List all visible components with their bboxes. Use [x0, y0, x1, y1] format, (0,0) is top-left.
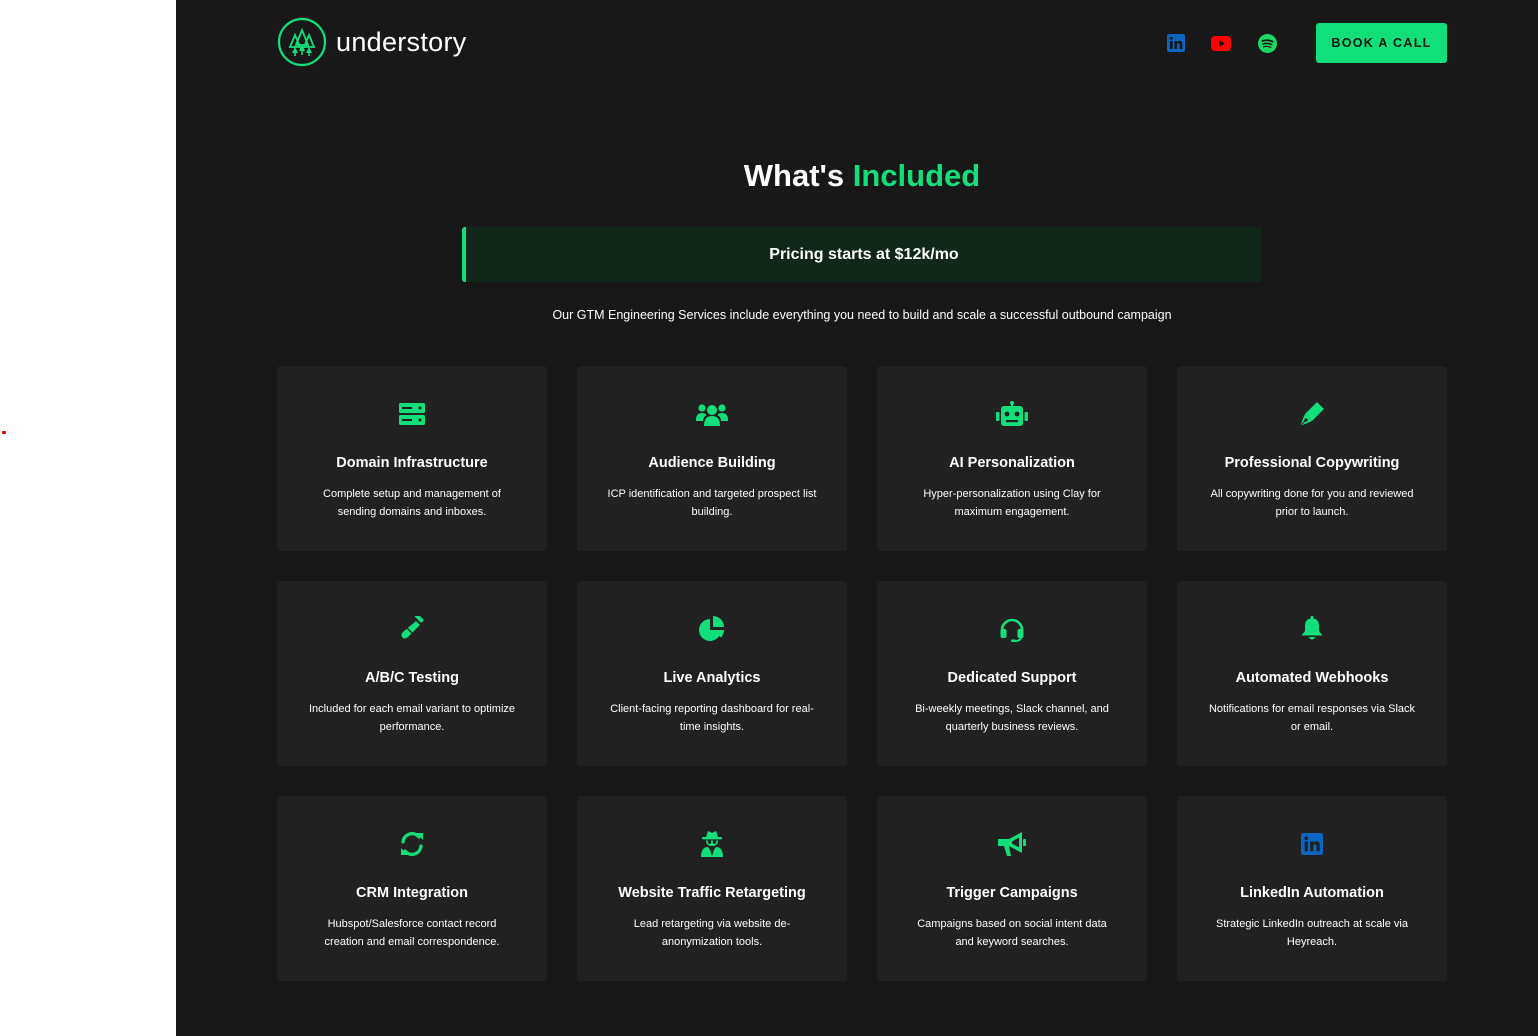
feature-card: A/B/C Testing Included for each email va…	[277, 581, 547, 766]
header: understory BOOK A CALL	[176, 0, 1538, 86]
book-a-call-button[interactable]: BOOK A CALL	[1316, 23, 1447, 63]
youtube-link[interactable]	[1211, 33, 1231, 53]
page: understory BOOK A CALL What's Included P…	[176, 0, 1538, 1036]
linkedin-link[interactable]	[1166, 33, 1186, 53]
card-title: Live Analytics	[663, 670, 761, 686]
feature-card: AI Personalization Hyper-personalization…	[877, 366, 1147, 551]
pen-icon	[1177, 400, 1447, 428]
card-title: AI Personalization	[949, 455, 1075, 471]
card-description: Campaigns based on social intent data an…	[917, 918, 1107, 948]
card-description: Complete setup and management of sending…	[323, 488, 501, 518]
card-description: Included for each email variant to optim…	[308, 703, 516, 733]
pie-chart-icon	[577, 615, 847, 643]
card-description: All copywriting done for you and reviewe…	[1210, 488, 1414, 518]
feature-card: Audience Building ICP identification and…	[577, 366, 847, 551]
spotify-icon	[1257, 33, 1277, 53]
section-title-accent: Included	[852, 158, 981, 193]
card-title: Audience Building	[648, 455, 776, 471]
card-title: Automated Webhooks	[1235, 670, 1389, 686]
logo[interactable]: understory	[277, 17, 467, 67]
user-secret-icon	[577, 830, 847, 858]
card-description: Lead retargeting via website de-anonymiz…	[633, 918, 791, 948]
feature-card: Professional Copywriting All copywriting…	[1177, 366, 1447, 551]
card-title: A/B/C Testing	[365, 670, 459, 686]
card-title: CRM Integration	[356, 885, 468, 901]
feature-card: Automated Webhooks Notifications for ema…	[1177, 581, 1447, 766]
feature-card: LinkedIn Automation Strategic LinkedIn o…	[1177, 796, 1447, 981]
card-description: Hyper-personalization using Clay for max…	[923, 488, 1101, 518]
feature-card: Live Analytics Client-facing reporting d…	[577, 581, 847, 766]
feature-card: Website Traffic Retargeting Lead retarge…	[577, 796, 847, 981]
card-description: Client-facing reporting dashboard for re…	[610, 703, 814, 733]
sync-icon	[277, 830, 547, 858]
users-icon	[577, 400, 847, 428]
card-title: Website Traffic Retargeting	[618, 885, 806, 901]
card-title: Domain Infrastructure	[336, 455, 488, 471]
card-description: Notifications for email responses via Sl…	[1208, 703, 1416, 733]
section-subtitle: Our GTM Engineering Services include eve…	[552, 308, 1172, 322]
pricing-banner: Pricing starts at $12k/mo	[462, 227, 1262, 282]
brand-name: understory	[336, 26, 467, 57]
vial-icon	[277, 615, 547, 643]
feature-card: CRM Integration Hubspot/Salesforce conta…	[277, 796, 547, 981]
server-icon	[277, 400, 547, 428]
card-description: ICP identification and targeted prospect…	[607, 488, 817, 518]
logo-trees-icon	[277, 17, 327, 67]
features-grid: Domain Infrastructure Complete setup and…	[277, 366, 1447, 981]
robot-icon	[877, 400, 1147, 428]
left-blank-margin	[0, 0, 176, 1036]
youtube-icon	[1211, 35, 1231, 51]
red-marker	[2, 431, 6, 434]
bell-icon	[1177, 615, 1447, 643]
section-title-main: What's	[743, 158, 845, 193]
card-title: LinkedIn Automation	[1240, 885, 1384, 901]
card-title: Trigger Campaigns	[946, 885, 1078, 901]
linkedin-icon	[1167, 34, 1185, 52]
spotify-link[interactable]	[1257, 33, 1277, 53]
feature-card: Domain Infrastructure Complete setup and…	[277, 366, 547, 551]
card-description: Hubspot/Salesforce contact record creati…	[324, 918, 500, 948]
feature-card: Trigger Campaigns Campaigns based on soc…	[877, 796, 1147, 981]
pricing-text: Pricing starts at $12k/mo	[769, 245, 959, 263]
headset-icon	[877, 615, 1147, 643]
card-description: Strategic LinkedIn outreach at scale via…	[1215, 918, 1408, 948]
megaphone-icon	[877, 830, 1147, 858]
section-title: What's Included	[176, 158, 1538, 194]
card-description: Bi-weekly meetings, Slack channel, and q…	[915, 703, 1109, 733]
linkedin-icon	[1177, 830, 1447, 858]
card-title: Dedicated Support	[947, 670, 1077, 686]
feature-card: Dedicated Support Bi-weekly meetings, Sl…	[877, 581, 1147, 766]
card-title: Professional Copywriting	[1224, 455, 1400, 471]
